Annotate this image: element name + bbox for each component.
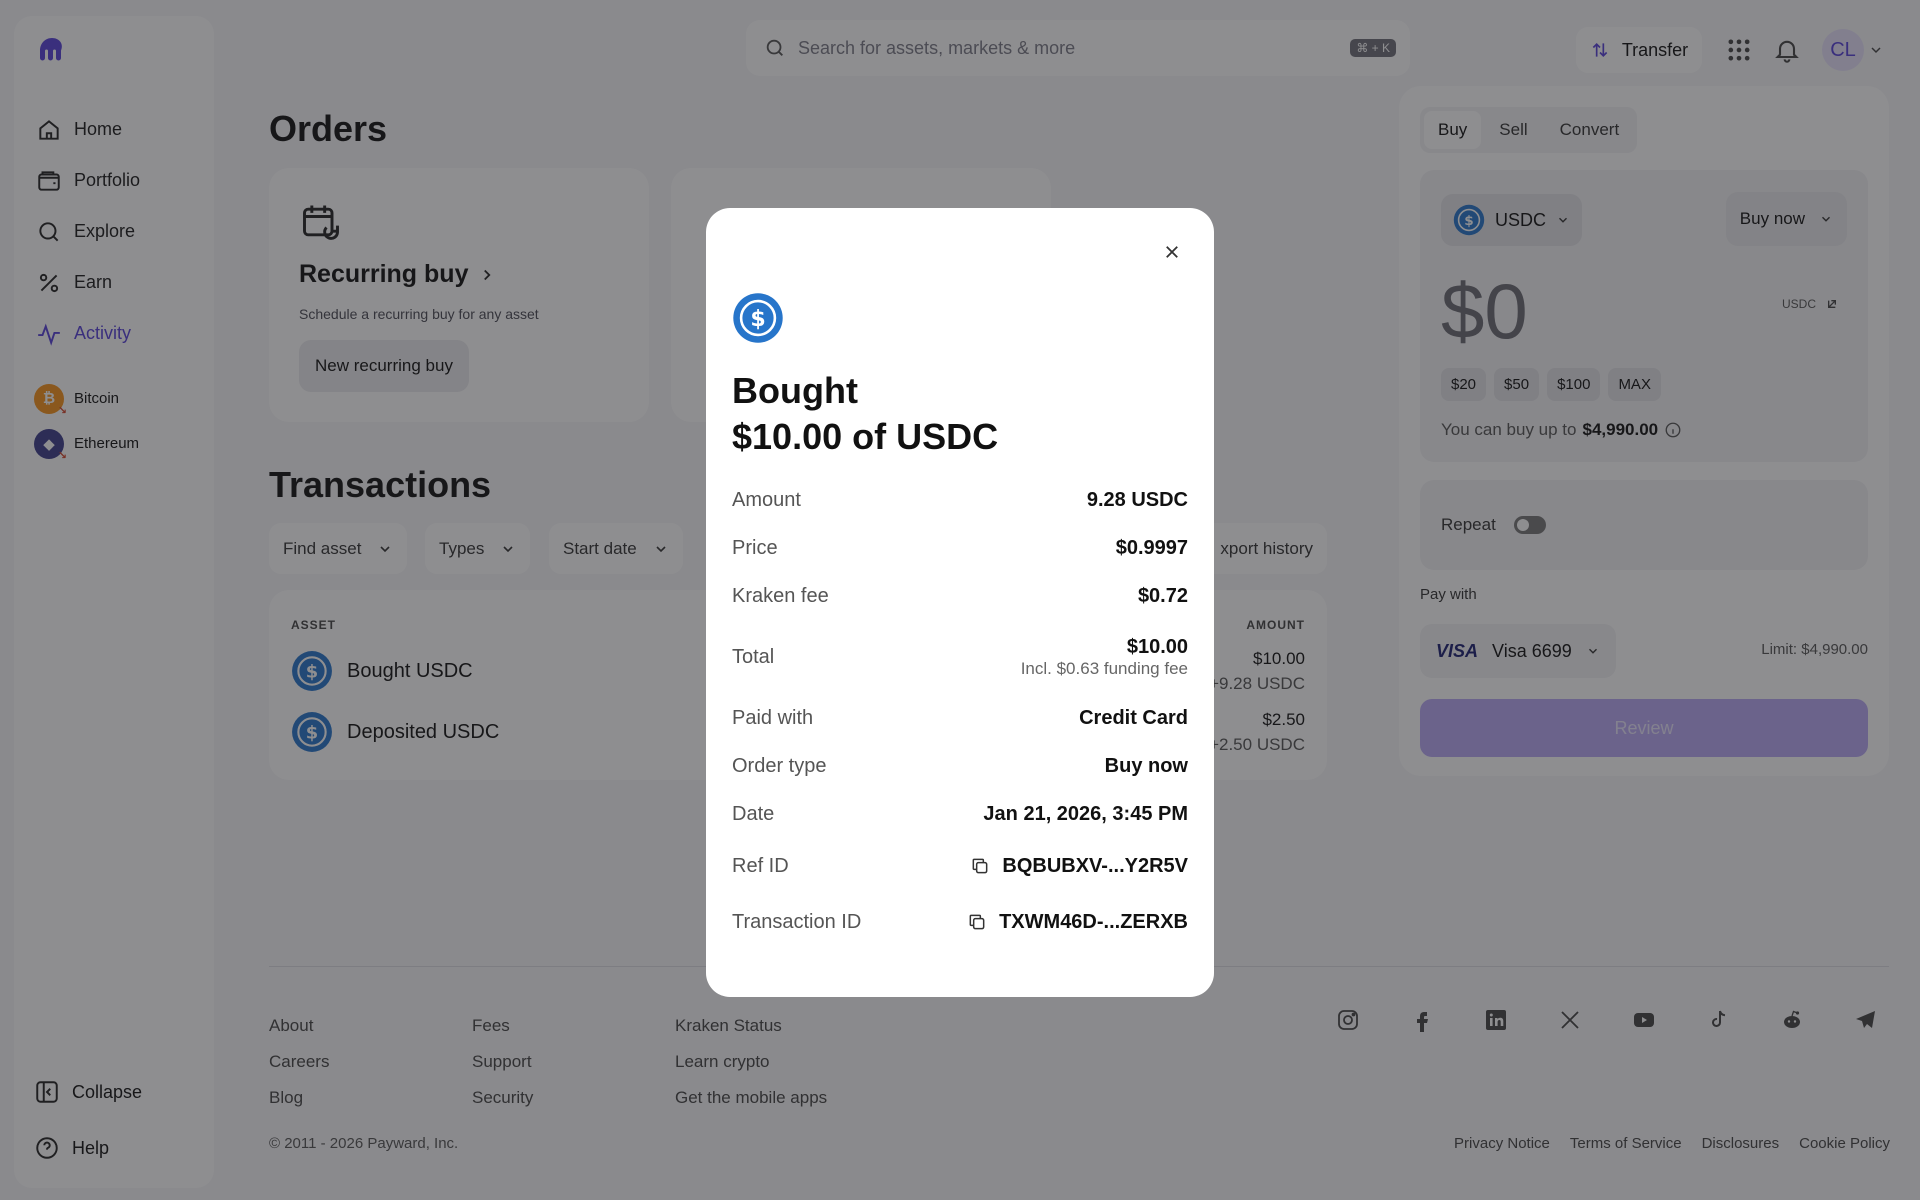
- detail-label: Amount: [732, 488, 801, 511]
- close-icon: [1166, 246, 1178, 258]
- usdc-icon: $: [733, 293, 783, 343]
- detail-row-fee: Kraken fee $0.72: [732, 572, 1188, 620]
- detail-label: Ref ID: [732, 854, 789, 877]
- detail-value: $0.9997: [1115, 536, 1188, 559]
- transaction-id-copy[interactable]: TXWM46D-...ZERXB: [967, 911, 1188, 934]
- detail-label: Price: [732, 536, 778, 559]
- modal-title: Bought $10.00 of USDC: [732, 368, 998, 460]
- detail-row-transaction-id: Transaction ID TXWM46D-...ZERXB: [732, 894, 1188, 950]
- detail-row-paid-with: Paid with Credit Card: [732, 694, 1188, 742]
- detail-value: BQBUBXV-...Y2R5V: [1002, 854, 1188, 877]
- detail-row-ref-id: Ref ID BQBUBXV-...Y2R5V: [732, 838, 1188, 894]
- detail-label: Total: [732, 645, 775, 668]
- detail-row-price: Price $0.9997: [732, 524, 1188, 572]
- detail-value: Credit Card: [1079, 706, 1188, 729]
- detail-label: Paid with: [732, 706, 814, 729]
- modal-title-line2: $10.00 of USDC: [732, 416, 999, 457]
- svg-text:$: $: [750, 306, 765, 332]
- detail-value: Jan 21, 2026, 3:45 PM: [983, 802, 1188, 825]
- modal-title-line1: Bought: [732, 370, 858, 411]
- detail-value: Buy now: [1104, 754, 1188, 777]
- detail-row-total: Total $10.00 Incl. $0.63 funding fee: [732, 620, 1188, 694]
- ref-id-copy[interactable]: BQBUBXV-...Y2R5V: [970, 855, 1188, 878]
- transaction-details: Amount 9.28 USDC Price $0.9997 Kraken fe…: [732, 476, 1188, 950]
- detail-row-order-type: Order type Buy now: [732, 742, 1188, 790]
- detail-value: TXWM46D-...ZERXB: [999, 910, 1188, 933]
- detail-row-amount: Amount 9.28 USDC: [732, 476, 1188, 524]
- detail-row-date: Date Jan 21, 2026, 3:45 PM: [732, 790, 1188, 838]
- detail-value: $10.00 Incl. $0.63 funding fee: [1021, 636, 1188, 679]
- detail-value: 9.28 USDC: [1086, 488, 1188, 511]
- detail-label: Transaction ID: [732, 910, 862, 933]
- total-note: Incl. $0.63 funding fee: [1020, 658, 1188, 678]
- detail-value: $0.72: [1137, 584, 1188, 607]
- total-value: $10.00: [1126, 635, 1188, 658]
- detail-label: Date: [732, 802, 775, 825]
- copy-icon[interactable]: [967, 912, 987, 932]
- transaction-detail-modal: $ Bought $10.00 of USDC Amount 9.28 USDC…: [706, 208, 1214, 997]
- detail-label: Order type: [732, 754, 827, 777]
- app-root: Home Portfolio Explore Earn Activity: [0, 0, 1920, 1200]
- detail-label: Kraken fee: [732, 584, 829, 607]
- close-button[interactable]: [1160, 240, 1184, 264]
- copy-icon[interactable]: [970, 856, 990, 876]
